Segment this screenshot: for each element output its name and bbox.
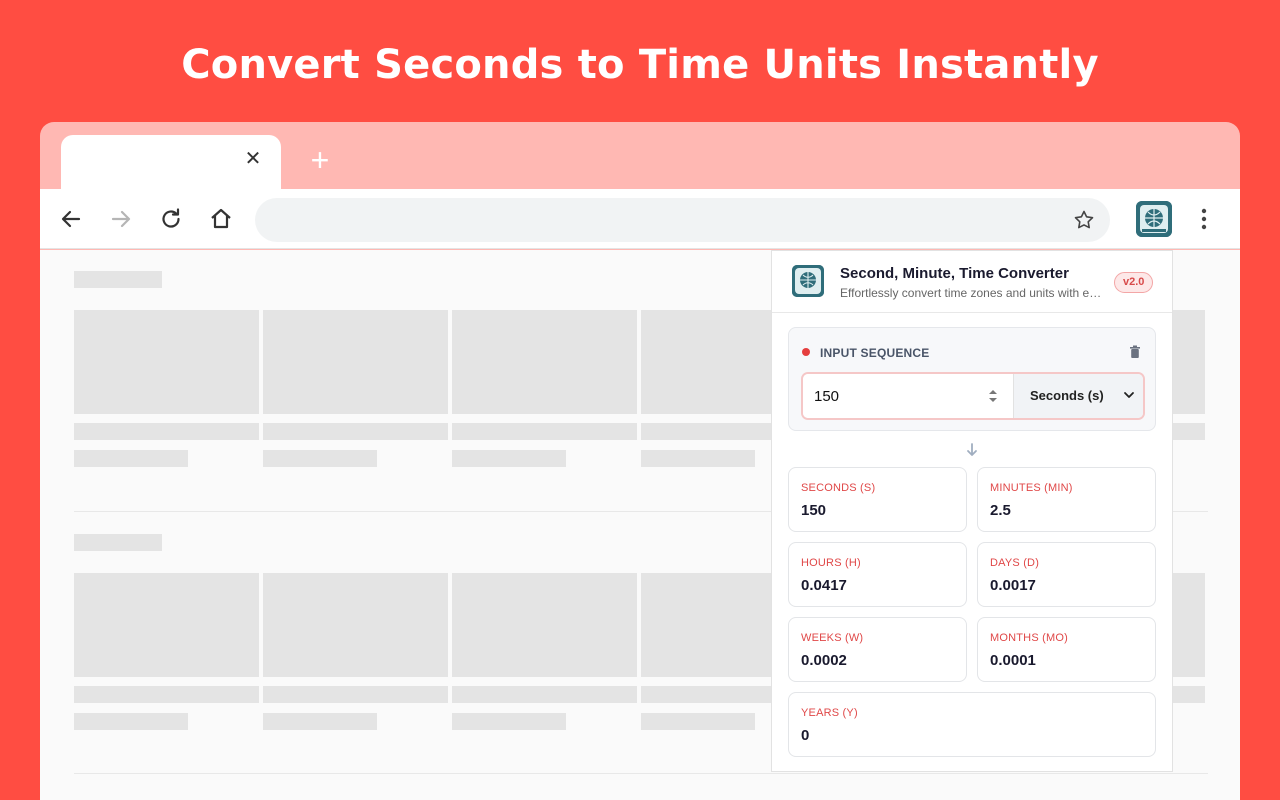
skeleton-heading [74,534,162,551]
skeleton-card [452,310,637,414]
result-value: 0.0017 [990,577,1036,594]
result-card-seconds: SECONDS (S) 150 [788,467,967,532]
tab-close-icon[interactable]: ✕ [243,149,263,169]
popup-subtitle: Effortlessly convert time zones and unit… [840,286,1102,300]
skeleton-card [452,573,637,677]
result-label: WEEKS (W) [801,632,864,644]
result-value: 0 [801,727,810,744]
trash-icon[interactable] [1129,345,1141,359]
extension-logo-icon [792,265,824,297]
result-label: SECONDS (S) [801,482,876,494]
skeleton-line [452,423,637,440]
skeleton-card [74,310,259,414]
popup-header: Second, Minute, Time Converter Effortles… [772,251,1172,313]
skeleton-line [263,686,448,703]
skeleton-line [74,713,188,730]
result-label: DAYS (D) [990,557,1040,569]
page-headline: Convert Seconds to Time Units Instantly [181,42,1099,88]
browser-toolbar [40,189,1240,249]
reload-icon[interactable] [157,205,185,233]
input-sequence-label: INPUT SEQUENCE [820,346,930,360]
skeleton-card [263,573,448,677]
skeleton-heading [74,271,162,288]
result-value: 0.0417 [801,577,847,594]
skeleton-line [1172,423,1205,440]
result-card-days: DAYS (D) 0.0017 [977,542,1156,607]
status-dot-icon [802,348,810,356]
section-divider [74,773,1208,774]
skeleton-line [263,713,377,730]
skeleton-line [263,423,448,440]
unit-select[interactable]: Seconds (s) [1013,374,1143,418]
result-card-years: YEARS (Y) 0 [788,692,1156,757]
number-spinner-icon[interactable] [987,387,999,405]
skeleton-card [74,573,259,677]
skeleton-line [263,450,377,467]
input-row: Seconds (s) [801,372,1145,420]
arrow-down-icon [966,443,978,457]
skeleton-line [452,686,637,703]
skeleton-line [641,450,755,467]
browser-tab[interactable]: ✕ [61,135,281,190]
tab-title-placeholder [79,153,219,167]
chevron-down-icon [1123,389,1135,401]
input-card: INPUT SEQUENCE Seconds (s) [788,327,1156,431]
result-card-hours: HOURS (H) 0.0417 [788,542,967,607]
skeleton-line [74,450,188,467]
browser-menu-icon[interactable] [1194,206,1214,232]
bookmark-star-icon[interactable] [1072,208,1096,232]
skeleton-card [1172,573,1205,677]
forward-arrow-icon[interactable] [107,205,135,233]
result-value: 0.0002 [801,652,847,669]
skeleton-card [263,310,448,414]
address-bar[interactable] [255,198,1110,242]
result-card-months: MONTHS (MO) 0.0001 [977,617,1156,682]
skeleton-line [452,713,566,730]
skeleton-line [74,686,259,703]
result-label: HOURS (H) [801,557,861,569]
version-badge: v2.0 [1114,272,1154,293]
result-card-weeks: WEEKS (W) 0.0002 [788,617,967,682]
result-label: MINUTES (MIN) [990,482,1073,494]
popup-title: Second, Minute, Time Converter [840,265,1069,282]
skeleton-line [74,423,259,440]
result-label: MONTHS (MO) [990,632,1068,644]
result-value: 0.0001 [990,652,1036,669]
address-text-placeholder [277,212,467,228]
new-tab-icon[interactable]: + [306,144,334,176]
skeleton-card [1172,310,1205,414]
result-card-minutes: MINUTES (MIN) 2.5 [977,467,1156,532]
skeleton-line [1172,686,1205,703]
result-value: 150 [801,502,827,519]
result-label: YEARS (Y) [801,707,858,719]
home-icon[interactable] [207,205,235,233]
skeleton-line [452,450,566,467]
skeleton-line [641,713,755,730]
back-arrow-icon[interactable] [57,205,85,233]
extension-globe-icon[interactable] [1136,201,1172,237]
seconds-input[interactable] [803,374,1013,418]
result-value: 2.5 [990,502,1011,519]
unit-select-value: Seconds (s) [1030,388,1104,403]
extension-popup: Second, Minute, Time Converter Effortles… [771,250,1173,772]
